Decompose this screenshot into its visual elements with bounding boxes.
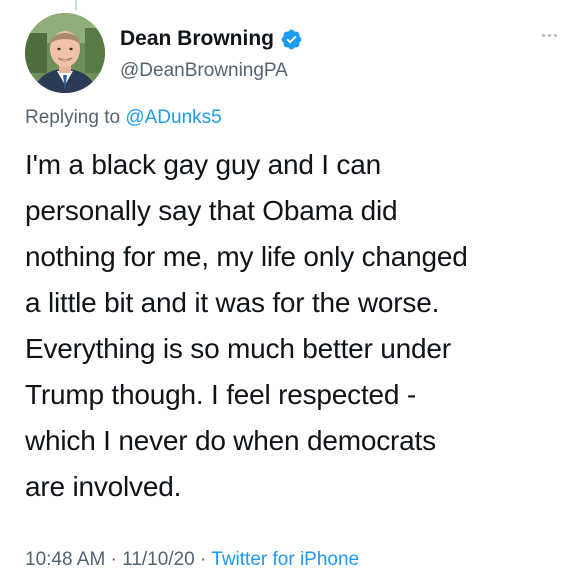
thread-connector-line — [75, 0, 77, 10]
replying-to-label: Replying to — [25, 107, 126, 128]
more-dot — [548, 34, 551, 37]
reply-mention-link[interactable]: @ADunks5 — [125, 107, 221, 128]
tweet-text-line: are involved. — [25, 471, 182, 502]
tweet-text-line: I'm a black gay guy and I can — [25, 149, 381, 180]
tweet-text-line: nothing for me, my life only changed — [25, 241, 468, 272]
author-name-row[interactable]: Dean Browning — [120, 27, 303, 51]
meta-separator: · — [105, 549, 123, 570]
tweet-text: I'm a black gay guy and I can personally… — [25, 142, 565, 510]
more-dot — [554, 34, 557, 37]
author-display-name[interactable]: Dean Browning — [120, 27, 274, 51]
tweet-text-line: which I never do when democrats — [25, 425, 436, 456]
tweet-text-line: Everything is so much better under — [25, 333, 451, 364]
tweet-time[interactable]: 10:48 AM — [25, 549, 105, 570]
tweet-text-line: Trump though. I feel respected - — [25, 379, 416, 410]
replying-to-line: Replying to @ADunks5 — [25, 107, 222, 129]
avatar-photo — [25, 13, 105, 93]
tweet-date[interactable]: 11/10/20 — [122, 549, 195, 570]
more-dot — [542, 34, 545, 37]
verified-badge-icon — [280, 28, 303, 51]
author-handle[interactable]: @DeanBrowningPA — [120, 60, 288, 82]
meta-separator: · — [194, 549, 212, 570]
tweet-text-line: a little bit and it was for the worse. — [25, 287, 440, 318]
tweet-text-line: personally say that Obama did — [25, 195, 398, 226]
tweet-card: Dean Browning @DeanBrowningPA Replying t… — [0, 0, 579, 583]
avatar[interactable] — [25, 13, 105, 93]
more-options-icon[interactable] — [542, 34, 557, 37]
tweet-source-link[interactable]: Twitter for iPhone — [211, 549, 359, 570]
tweet-metadata: 10:48 AM · 11/10/20 · Twitter for iPhone — [25, 549, 359, 571]
